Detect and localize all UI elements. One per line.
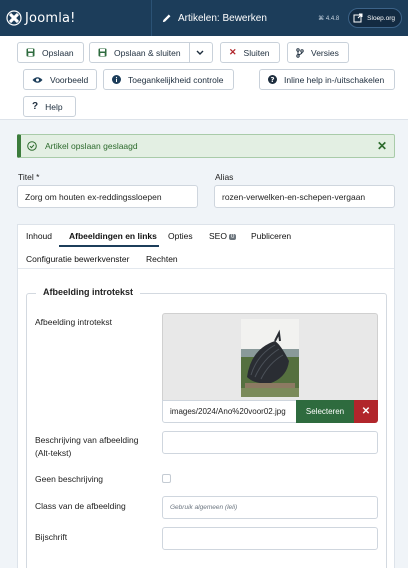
top-header: Joomla! Artikelen: Bewerken ⌘ 4.4.8 Sloe… [0, 0, 408, 36]
versions-button[interactable]: Versies [287, 42, 349, 63]
question-circle-icon: ? [268, 75, 277, 84]
chevron-down-icon[interactable] [188, 43, 211, 62]
info-icon [112, 75, 121, 84]
success-alert: Artikel opslaan geslaagd ✕ [17, 134, 395, 158]
fieldset-legend: Afbeelding introtekst [36, 287, 141, 297]
select-image-button[interactable]: Selecteren [296, 400, 354, 423]
preview-button[interactable]: Voorbeeld [23, 69, 97, 90]
page-title: Artikelen: Bewerken [178, 12, 267, 24]
eye-icon [32, 76, 43, 84]
image-path-input[interactable]: images/2024/Ano%20voor02.jpg [162, 400, 297, 423]
clear-image-button[interactable]: ✕ [354, 400, 378, 423]
intro-image-label: Afbeelding introtekst [35, 317, 113, 327]
question-icon: ? [32, 101, 39, 112]
pencil-icon [162, 14, 171, 22]
toolbar: Opslaan Opslaan & sluiten ✕ Sluiten Vers… [0, 36, 408, 120]
alias-label: Alias [215, 172, 234, 182]
branch-icon [296, 47, 304, 58]
accessibility-check-button[interactable]: Toegankelijkheid controle [103, 69, 234, 90]
boat-photo [241, 319, 299, 397]
help-label: Help [45, 101, 63, 112]
save-close-label: Opslaan & sluiten [114, 47, 181, 58]
active-tab-indicator [59, 245, 159, 247]
help-button[interactable]: ? Help [23, 96, 76, 117]
tab-rechten[interactable]: Rechten [146, 254, 178, 264]
tab-publiceren[interactable]: Publiceren [251, 231, 291, 241]
alert-message: Artikel opslaan geslaagd [45, 141, 138, 151]
close-icon: ✕ [229, 47, 237, 57]
image-class-placeholder: Gebruik algemeen (leli) [170, 504, 238, 511]
save-close-icon [98, 48, 107, 57]
image-preview [162, 313, 378, 400]
tab-inhoud[interactable]: Inhoud [26, 231, 52, 241]
close-button[interactable]: ✕ Sluiten [220, 42, 280, 63]
preview-label: Voorbeeld [50, 74, 89, 85]
no-description-checkbox[interactable] [162, 474, 171, 483]
title-label: Titel * [18, 172, 40, 182]
save-close-button[interactable]: Opslaan & sluiten [89, 42, 213, 63]
svg-text:?: ? [270, 76, 274, 84]
seo-badge: 0 [228, 234, 237, 240]
alias-input[interactable]: rozen-verwelken-en-schepen-vergaan [214, 185, 395, 208]
joomla-logo-icon [6, 10, 22, 26]
save-label: Opslaan [42, 47, 74, 58]
tab-configuratie[interactable]: Configuratie bewerkvenster [26, 254, 129, 264]
caption-label: Bijschrift [35, 532, 68, 542]
inline-help-label: Inline help in-/uitschakelen [284, 74, 385, 85]
site-link-label: Sloep.org [367, 14, 395, 22]
caption-input[interactable] [162, 527, 378, 550]
logo-text: Joomla! [25, 10, 76, 26]
tab-afbeeldingen-links[interactable]: Afbeeldingen en links [69, 231, 157, 241]
version-label: ⌘ 4.4.8 [318, 15, 340, 22]
alt-text-input[interactable] [162, 431, 378, 454]
external-link-icon [353, 13, 363, 23]
check-circle-icon [27, 141, 37, 151]
site-link-button[interactable]: Sloep.org [348, 8, 402, 28]
image-class-input[interactable]: Gebruik algemeen (leli) [162, 496, 378, 519]
alt-text-label: Beschrijving van afbeelding (Alt-tekst) [35, 435, 139, 458]
tab-seo-label: SEO [209, 231, 227, 241]
versions-label: Versies [311, 47, 339, 58]
save-icon [26, 48, 35, 57]
close-label: Sluiten [243, 47, 270, 58]
accessibility-label: Toegankelijkheid controle [128, 74, 224, 85]
no-description-label: Geen beschrijving [35, 474, 104, 484]
inline-help-button[interactable]: ? Inline help in-/uitschakelen [259, 69, 395, 90]
tabs-divider [18, 268, 394, 269]
image-class-label: Class van de afbeelding [35, 501, 126, 511]
joomla-logo[interactable]: Joomla! [0, 0, 152, 36]
tab-opties[interactable]: Opties [168, 231, 193, 241]
title-input[interactable]: Zorg om houten ex-reddingssloepen [17, 185, 198, 208]
tab-seo[interactable]: SEO 0 [209, 231, 237, 241]
alert-close-icon[interactable]: ✕ [377, 140, 387, 152]
save-button[interactable]: Opslaan [17, 42, 84, 63]
